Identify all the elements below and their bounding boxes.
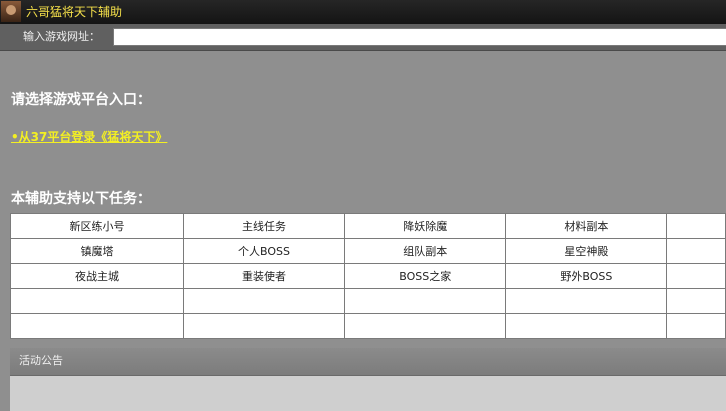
- platform-37-link[interactable]: •从37平台登录《猛将天下》: [11, 129, 167, 145]
- task-cell[interactable]: 星空神殿: [505, 238, 668, 264]
- task-cell[interactable]: 新区练小号: [10, 213, 184, 239]
- task-cell[interactable]: 重装使者: [182, 263, 346, 289]
- table-row: 镇魔塔 个人BOSS 组队副本 星空神殿: [10, 238, 726, 264]
- title-bar: 六哥猛将天下辅助: [0, 0, 726, 24]
- notice-panel: 活动公告: [10, 348, 726, 411]
- task-cell[interactable]: [666, 263, 726, 289]
- task-cell[interactable]: [182, 288, 346, 314]
- task-cell[interactable]: 材料副本: [505, 213, 668, 239]
- notice-title: 活动公告: [19, 354, 63, 367]
- task-cell[interactable]: 主线任务: [182, 213, 346, 239]
- url-label: 输入游戏网址：: [23, 30, 100, 43]
- task-cell[interactable]: [505, 288, 668, 314]
- task-cell[interactable]: 降妖除魔: [344, 213, 507, 239]
- task-cell[interactable]: 组队副本: [344, 238, 507, 264]
- task-cell[interactable]: 个人BOSS: [182, 238, 346, 264]
- table-row: [10, 288, 726, 314]
- task-cell[interactable]: [182, 313, 346, 339]
- table-row: [10, 313, 726, 339]
- tasks-heading: 本辅助支持以下任务：: [11, 191, 151, 207]
- avatar-portrait-icon: [1, 1, 21, 22]
- task-cell[interactable]: [10, 288, 184, 314]
- notice-header: 活动公告: [10, 348, 726, 376]
- tasks-table: 新区练小号 主线任务 降妖除魔 材料副本 镇魔塔 个人BOSS 组队副本 星空神殿 夜战主城 重装…: [10, 213, 726, 339]
- task-cell[interactable]: [666, 213, 726, 239]
- table-row: 新区练小号 主线任务 降妖除魔 材料副本: [10, 213, 726, 239]
- task-cell[interactable]: [505, 313, 668, 339]
- task-cell[interactable]: [344, 288, 507, 314]
- task-cell[interactable]: [666, 313, 726, 339]
- task-cell[interactable]: [666, 288, 726, 314]
- task-cell[interactable]: 镇魔塔: [10, 238, 184, 264]
- task-cell[interactable]: [344, 313, 507, 339]
- url-bar: 输入游戏网址：: [0, 24, 726, 51]
- task-cell[interactable]: [10, 313, 184, 339]
- task-cell[interactable]: [666, 238, 726, 264]
- table-row: 夜战主城 重装使者 BOSS之家 野外BOSS: [10, 263, 726, 289]
- platform-heading: 请选择游戏平台入口：: [11, 92, 151, 108]
- window-title: 六哥猛将天下辅助: [26, 5, 123, 19]
- task-cell[interactable]: 夜战主城: [10, 263, 184, 289]
- task-cell[interactable]: 野外BOSS: [505, 263, 668, 289]
- url-input[interactable]: [113, 28, 726, 46]
- task-cell[interactable]: BOSS之家: [344, 263, 507, 289]
